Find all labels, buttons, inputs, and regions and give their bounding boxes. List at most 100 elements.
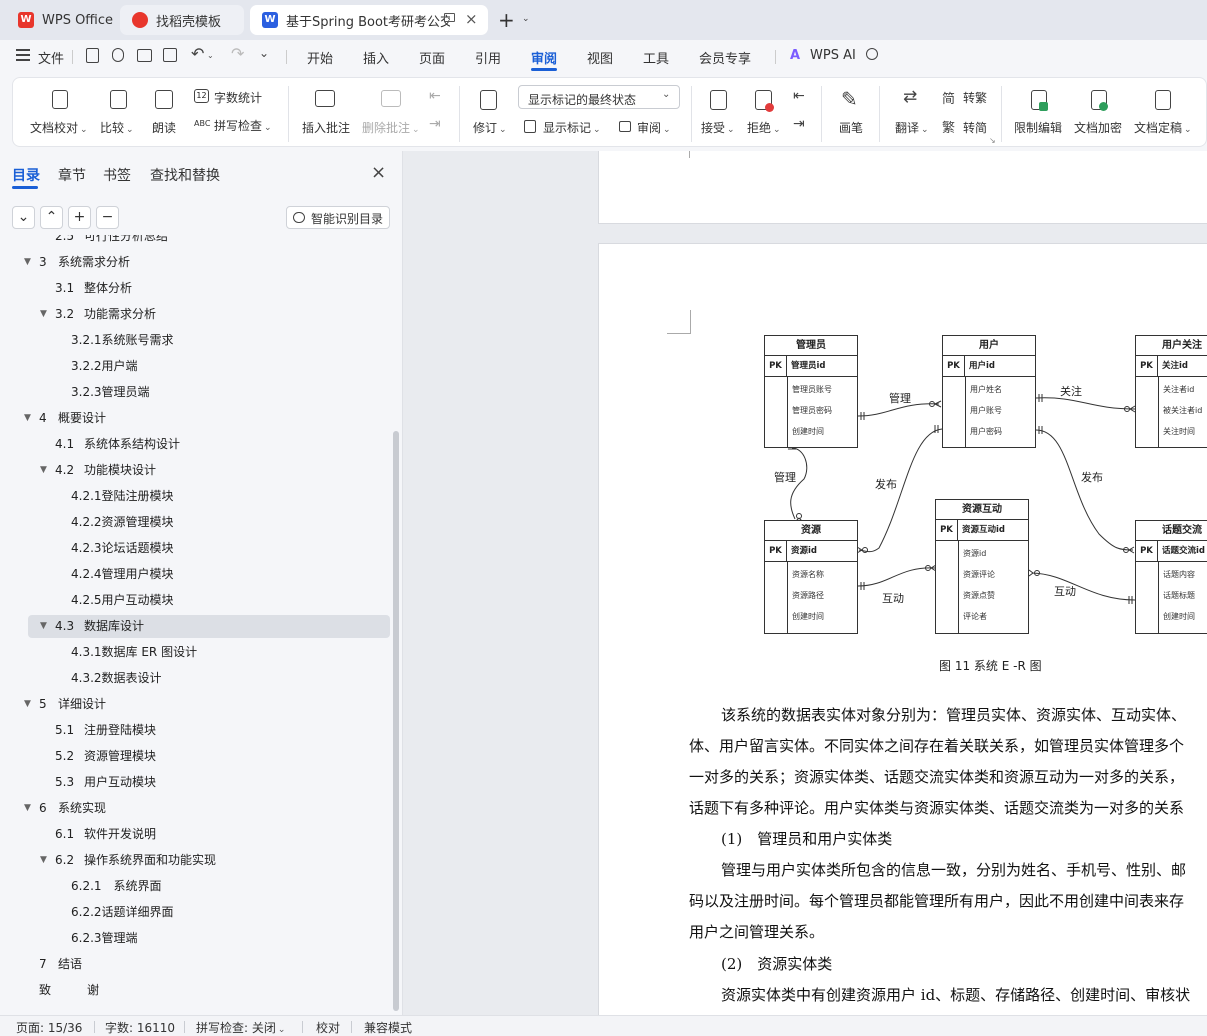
toc-scrollbar[interactable] [393, 431, 399, 1011]
toc-item[interactable]: 4.2.5用户互动模块 [71, 589, 174, 611]
markup-state-select[interactable]: 显示标记的最终状态 ⌄ [518, 85, 680, 109]
toc-item[interactable]: 3.2.3管理员端 [71, 381, 150, 403]
expand-triangle-icon[interactable]: ▼ [40, 621, 47, 631]
collapse-up-button[interactable]: ⌃ [40, 206, 63, 229]
toc-item[interactable]: 6.2.2话题详细界面 [71, 901, 174, 923]
menu-review[interactable]: 审阅 [531, 48, 557, 67]
monitor-icon[interactable] [444, 13, 455, 22]
nav-tab-bookmarks[interactable]: 书签 [103, 165, 131, 185]
close-tab-icon[interactable]: × [465, 10, 478, 28]
spell-check-indicator[interactable]: 拼写检查: 关闭 ⌄ [196, 1019, 285, 1036]
toc-item[interactable]: 4.2.1登陆注册模块 [71, 485, 174, 507]
menu-reference[interactable]: 引用 [475, 48, 501, 67]
page-indicator[interactable]: 页面: 15/36 [16, 1019, 82, 1036]
more-chevron-icon[interactable]: ⌄ [259, 46, 269, 60]
menu-member[interactable]: 会员专享 [699, 48, 751, 67]
read-aloud-button[interactable]: 朗读 [152, 119, 176, 136]
proofread-button[interactable]: 文档校对 ⌄ [30, 119, 88, 136]
toc-item[interactable]: 3.1 整体分析 [55, 277, 132, 299]
expand-triangle-icon[interactable]: ▼ [24, 803, 31, 813]
undo-chevron-icon[interactable]: ⌄ [207, 51, 214, 60]
toc-item[interactable]: 5.1 注册登陆模块 [55, 719, 156, 741]
menu-view[interactable]: 视图 [587, 48, 613, 67]
review-pane-button[interactable]: 审阅 ⌄ [637, 119, 671, 136]
toc-item[interactable]: 5 详细设计 [39, 693, 106, 715]
nav-tab-toc[interactable]: 目录 [12, 165, 40, 185]
toc-item[interactable]: 致 谢 [39, 979, 99, 1001]
toc-item[interactable]: 5.2 资源管理模块 [55, 745, 156, 767]
print-icon[interactable] [137, 49, 152, 62]
word-count-button[interactable]: 字数统计 [214, 89, 262, 106]
remove-heading-button[interactable]: − [96, 206, 119, 229]
toc-item[interactable]: 4.3 数据库设计 [55, 615, 144, 637]
menu-wps-ai[interactable]: WPS AI [810, 48, 856, 63]
expand-triangle-icon[interactable]: ▼ [24, 257, 31, 267]
show-markup-button[interactable]: 显示标记 ⌄ [543, 119, 601, 136]
toc-item[interactable]: 5.3 用户互动模块 [55, 771, 156, 793]
hamburger-icon[interactable] [16, 49, 30, 61]
nav-tab-find-replace[interactable]: 查找和替换 [150, 165, 220, 185]
tab-template[interactable]: 找稻壳模板 [120, 5, 244, 35]
spell-check-button[interactable]: 拼写检查 ⌄ [214, 117, 272, 134]
redo-icon[interactable]: ↷ [231, 44, 244, 63]
expand-triangle-icon[interactable]: ▼ [40, 855, 47, 865]
menu-start[interactable]: 开始 [307, 48, 333, 67]
previous-comment-icon[interactable]: ⇤ [429, 88, 441, 104]
toc-item[interactable]: 4.2.3论坛话题模块 [71, 537, 174, 559]
toc-item[interactable]: 2.5 可行性分析总结 [55, 235, 168, 247]
toc-item[interactable]: 3.2.1系统账号需求 [71, 329, 174, 351]
delete-comment-button[interactable]: 删除批注 ⌄ [362, 119, 420, 136]
proof-indicator[interactable]: 校对 [316, 1019, 340, 1036]
compare-button[interactable]: 比较 ⌄ [100, 119, 134, 136]
toc-item[interactable]: 3 系统需求分析 [39, 251, 130, 273]
new-tab-icon[interactable]: + [498, 8, 515, 32]
menu-tools[interactable]: 工具 [643, 48, 669, 67]
add-heading-button[interactable]: + [68, 206, 91, 229]
menu-page[interactable]: 页面 [419, 48, 445, 67]
share-icon[interactable] [112, 48, 124, 62]
reject-button[interactable]: 拒绝 ⌄ [747, 119, 781, 136]
toc-item[interactable]: 6 系统实现 [39, 797, 106, 819]
next-comment-icon[interactable]: ⇥ [429, 116, 441, 132]
toc-item[interactable]: 4.2 功能模块设计 [55, 459, 156, 481]
undo-icon[interactable]: ↶ [191, 44, 204, 63]
to-simplified-button[interactable]: 转简 [963, 119, 987, 136]
toc-item[interactable]: 4 概要设计 [39, 407, 106, 429]
smart-toc-button[interactable]: 智能识别目录 [286, 206, 390, 229]
menu-insert[interactable]: 插入 [363, 48, 389, 67]
toc-item[interactable]: 3.2 功能需求分析 [55, 303, 156, 325]
print-preview-icon[interactable] [163, 48, 177, 62]
group-expand-icon[interactable]: ↘ [989, 136, 996, 145]
close-pane-icon[interactable]: × [371, 162, 386, 183]
nav-tab-chapters[interactable]: 章节 [58, 165, 86, 185]
expand-triangle-icon[interactable]: ▼ [24, 413, 31, 423]
word-count-indicator[interactable]: 字数: 16110 [105, 1019, 175, 1036]
to-traditional-button[interactable]: 转繁 [963, 89, 987, 106]
finalize-button[interactable]: 文档定稿 ⌄ [1134, 119, 1192, 136]
toc-item[interactable]: 6.2.3管理端 [71, 927, 138, 949]
toc-item[interactable]: 3.2.2用户端 [71, 355, 138, 377]
tab-document[interactable]: W 基于Spring Boot考研考公交流 × [250, 5, 488, 35]
expand-triangle-icon[interactable]: ▼ [24, 699, 31, 709]
menu-file[interactable]: 文件 [38, 48, 64, 67]
toc-item[interactable]: 4.1 系统体系结构设计 [55, 433, 180, 455]
toc-item[interactable]: 6.1 软件开发说明 [55, 823, 156, 845]
expand-triangle-icon[interactable]: ▼ [40, 465, 47, 475]
previous-change-icon[interactable]: ⇤ [793, 88, 805, 104]
save-icon[interactable] [86, 48, 99, 63]
insert-comment-button[interactable]: 插入批注 [302, 119, 350, 136]
next-change-icon[interactable]: ⇥ [793, 116, 805, 132]
toc-item[interactable]: 6.2.1 系统界面 [71, 875, 162, 897]
pen-button[interactable]: 画笔 [839, 119, 863, 136]
accept-button[interactable]: 接受 ⌄ [701, 119, 735, 136]
toc-item[interactable]: 7 结语 [39, 953, 82, 975]
tab-wps-office[interactable]: W WPS Office [6, 5, 114, 35]
track-changes-button[interactable]: 修订 ⌄ [473, 119, 507, 136]
tab-list-chevron-icon[interactable]: ⌄ [522, 14, 530, 24]
toc-item[interactable]: 4.3.1数据库 ER 图设计 [71, 641, 197, 663]
toc-item[interactable]: 4.2.2资源管理模块 [71, 511, 174, 533]
encrypt-button[interactable]: 文档加密 [1074, 119, 1122, 136]
translate-button[interactable]: 翻译 ⌄ [895, 119, 929, 136]
toc-item[interactable]: 6.2 操作系统界面和功能实现 [55, 849, 216, 871]
restrict-edit-button[interactable]: 限制编辑 [1014, 119, 1062, 136]
